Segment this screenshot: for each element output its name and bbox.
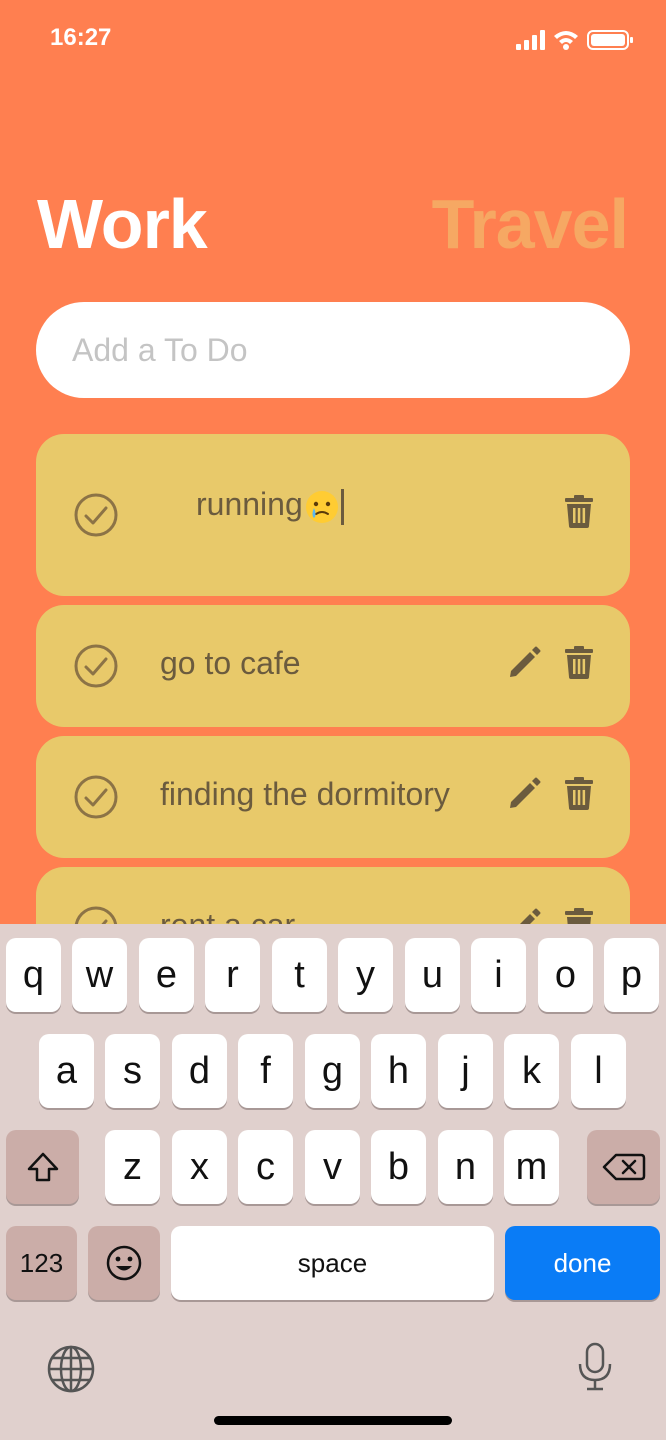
emoji-key[interactable] xyxy=(88,1226,160,1300)
emoji-icon xyxy=(106,1245,142,1281)
trash-icon[interactable] xyxy=(562,776,596,810)
todo-item: running xyxy=(36,434,630,596)
emoji-icon xyxy=(305,490,338,523)
key-f[interactable]: f xyxy=(238,1034,293,1108)
trash-icon[interactable] xyxy=(562,645,596,679)
check-circle-icon[interactable] xyxy=(74,775,118,819)
key-t[interactable]: t xyxy=(272,938,327,1012)
key-r[interactable]: r xyxy=(205,938,260,1012)
add-todo-input[interactable] xyxy=(36,302,630,398)
check-circle-icon[interactable] xyxy=(74,644,118,688)
status-time: 16:27 xyxy=(50,24,112,51)
todo-text[interactable]: finding the dormitory xyxy=(160,776,450,813)
key-c[interactable]: c xyxy=(238,1130,293,1204)
todo-edit-field[interactable]: running xyxy=(196,486,344,525)
battery-icon xyxy=(587,30,633,50)
key-n[interactable]: n xyxy=(438,1130,493,1204)
key-j[interactable]: j xyxy=(438,1034,493,1108)
signal-icon xyxy=(516,30,545,50)
todo-item: finding the dormitory xyxy=(36,736,630,858)
tab-work[interactable]: Work xyxy=(37,184,208,264)
numbers-key[interactable]: 123 xyxy=(6,1226,77,1300)
pencil-icon[interactable] xyxy=(508,776,542,810)
space-key[interactable]: space xyxy=(171,1226,494,1300)
key-h[interactable]: h xyxy=(371,1034,426,1108)
key-i[interactable]: i xyxy=(471,938,526,1012)
key-v[interactable]: v xyxy=(305,1130,360,1204)
keyboard: q w e r t y u i o p a s d f g h j k l z … xyxy=(0,924,666,1440)
tab-travel[interactable]: Travel xyxy=(432,184,629,264)
home-indicator[interactable] xyxy=(214,1416,452,1425)
key-e[interactable]: e xyxy=(139,938,194,1012)
key-l[interactable]: l xyxy=(571,1034,626,1108)
key-g[interactable]: g xyxy=(305,1034,360,1108)
key-z[interactable]: z xyxy=(105,1130,160,1204)
backspace-key[interactable] xyxy=(587,1130,660,1204)
status-icons xyxy=(516,30,633,50)
key-m[interactable]: m xyxy=(504,1130,559,1204)
check-circle-icon[interactable] xyxy=(74,493,118,537)
key-d[interactable]: d xyxy=(172,1034,227,1108)
todo-text[interactable]: go to cafe xyxy=(160,645,301,682)
key-a[interactable]: a xyxy=(39,1034,94,1108)
wifi-icon xyxy=(554,31,578,50)
pencil-icon[interactable] xyxy=(508,645,542,679)
key-b[interactable]: b xyxy=(371,1130,426,1204)
todo-text: running xyxy=(196,486,303,522)
key-o[interactable]: o xyxy=(538,938,593,1012)
shift-icon xyxy=(27,1152,58,1182)
key-x[interactable]: x xyxy=(172,1130,227,1204)
microphone-icon[interactable] xyxy=(570,1342,620,1392)
key-k[interactable]: k xyxy=(504,1034,559,1108)
key-p[interactable]: p xyxy=(604,938,659,1012)
text-cursor xyxy=(340,488,344,525)
shift-key[interactable] xyxy=(6,1130,79,1204)
done-button[interactable]: done xyxy=(505,1226,660,1300)
backspace-icon xyxy=(602,1153,645,1181)
key-u[interactable]: u xyxy=(405,938,460,1012)
key-w[interactable]: w xyxy=(72,938,127,1012)
trash-icon[interactable] xyxy=(562,494,596,528)
key-y[interactable]: y xyxy=(338,938,393,1012)
key-s[interactable]: s xyxy=(105,1034,160,1108)
todo-item: go to cafe xyxy=(36,605,630,727)
key-q[interactable]: q xyxy=(6,938,61,1012)
globe-icon[interactable] xyxy=(46,1344,96,1394)
